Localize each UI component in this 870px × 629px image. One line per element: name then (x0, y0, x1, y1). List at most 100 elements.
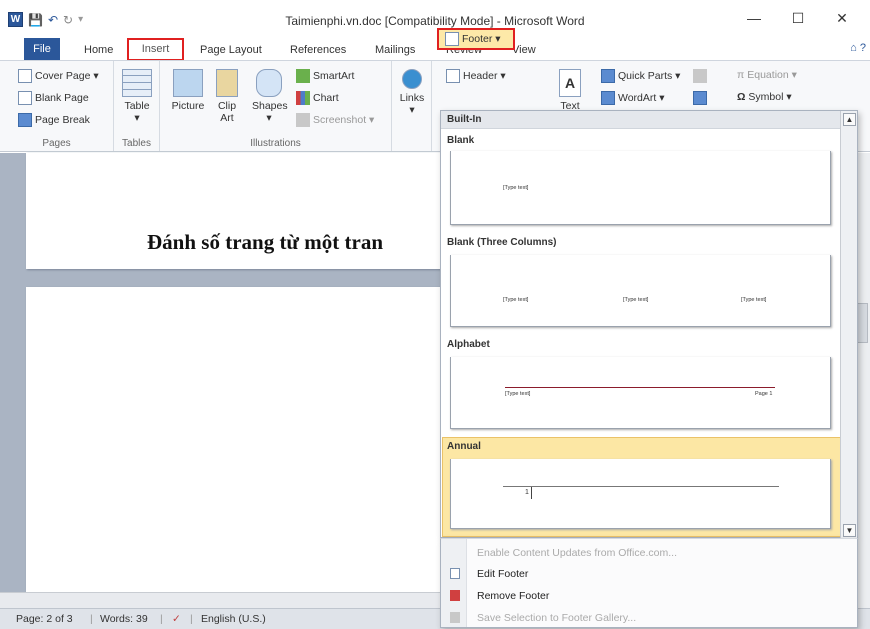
tab-home[interactable]: Home (84, 40, 113, 60)
picture-icon (173, 69, 203, 97)
language[interactable]: English (U.S.) (201, 613, 266, 625)
smartart-button[interactable]: SmartArt (296, 69, 354, 83)
smartart-label: SmartArt (313, 70, 355, 82)
blank-page-label: Blank Page (35, 92, 89, 104)
cover-page-button[interactable]: Cover Page ▾ (18, 69, 99, 83)
group-links: Links ▾ (392, 61, 432, 151)
close-button[interactable]: ✕ (820, 10, 864, 27)
minimize-button[interactable]: — (732, 10, 776, 27)
title-bar: W 💾 ↶ ↻ ▾ Taimienphi.vn.doc [Compatibili… (0, 0, 870, 38)
footer-preview-three-columns[interactable]: [Type text] [Type text] [Type text] (450, 255, 831, 327)
quick-parts-label: Quick Parts ▾ (618, 70, 681, 82)
footer-preview-annual[interactable]: 1 (450, 459, 831, 529)
annual-rule (503, 486, 779, 487)
page-break-label: Page Break (35, 114, 90, 126)
clip-art-button[interactable]: Clip Art (214, 69, 240, 124)
links-label: Links (399, 92, 425, 104)
quick-parts-button[interactable]: Quick Parts ▾ (601, 69, 680, 83)
menu-item-save-selection[interactable]: Save Selection to Footer Gallery... (477, 612, 636, 624)
gallery-item-title: Blank (Three Columns) (447, 237, 557, 248)
ribbon-tabs: File Home Insert Page Layout References … (0, 38, 870, 61)
group-label-tables: Tables (122, 138, 151, 149)
quick-parts-icon (601, 69, 615, 83)
proofing-icon[interactable]: ✓ (172, 613, 181, 625)
clip-art-icon (216, 69, 238, 97)
tab-references[interactable]: References (290, 40, 346, 60)
footer-preview-alphabet[interactable]: [Type text] Page 1 (450, 357, 831, 429)
cover-page-icon (18, 69, 32, 83)
gallery-item-title: Blank (447, 135, 475, 146)
text-box-button[interactable]: A Text (557, 69, 583, 112)
tab-file[interactable]: File (24, 38, 60, 60)
preview-caption: [Type text] (503, 185, 529, 191)
document-heading[interactable]: Đánh số trang từ một tran (147, 230, 383, 255)
save-selection-icon (450, 612, 460, 623)
scroll-up-icon[interactable]: ▲ (843, 113, 856, 126)
wordart-label: WordArt ▾ (618, 92, 665, 104)
menu-item-enable-updates[interactable]: Enable Content Updates from Office.com..… (477, 547, 677, 559)
word-count[interactable]: Words: 39 (100, 613, 148, 625)
pi-icon: π (737, 69, 745, 81)
wordart-icon (601, 91, 615, 105)
shapes-label: Shapes (252, 100, 288, 112)
footer-preview-blank[interactable]: [Type text] (450, 151, 831, 225)
edit-footer-icon (450, 568, 460, 579)
scroll-down-icon[interactable]: ▼ (843, 524, 856, 537)
horizontal-scrollbar[interactable] (0, 592, 440, 608)
preview-caption: [Type text] (741, 297, 767, 303)
screenshot-button[interactable]: Screenshot ▾ (296, 113, 374, 127)
group-tables: Table ▾ Tables (114, 61, 160, 151)
date-time-button[interactable] (693, 91, 707, 105)
shapes-button[interactable]: Shapes ▾ (252, 69, 288, 124)
gallery-section-header: Built-In (441, 111, 857, 129)
equation-button[interactable]: π Equation ▾ (737, 69, 797, 81)
header-button[interactable]: Header ▾ (446, 69, 506, 83)
clip-art-label-2: Art (220, 112, 234, 124)
omega-icon: Ω (737, 91, 746, 103)
globe-icon (402, 69, 422, 89)
signature-line-button[interactable] (693, 69, 707, 83)
page-count[interactable]: Page: 2 of 3 (16, 613, 73, 625)
help-icon[interactable]: ⌂ ? (850, 42, 866, 54)
chart-label: Chart (313, 92, 339, 104)
symbol-button[interactable]: Ω Symbol ▾ (737, 91, 792, 103)
maximize-button[interactable]: ☐ (776, 10, 820, 27)
tab-mailings[interactable]: Mailings (375, 40, 415, 60)
footer-label: Footer ▾ (462, 33, 501, 45)
blank-page-button[interactable]: Blank Page (18, 91, 89, 105)
page-break-button[interactable]: Page Break (18, 113, 90, 127)
picture-button[interactable]: Picture (170, 69, 206, 112)
date-time-icon (693, 91, 707, 105)
footer-button[interactable]: Footer ▾ (437, 28, 515, 50)
group-label-pages: Pages (42, 138, 71, 149)
links-button[interactable]: Links ▾ (398, 69, 426, 116)
menu-item-remove-footer[interactable]: Remove Footer (477, 590, 549, 602)
chart-button[interactable]: Chart (296, 91, 339, 105)
shapes-icon (256, 69, 282, 97)
table-label: Table (124, 100, 150, 112)
header-icon (446, 69, 460, 83)
tab-page-layout[interactable]: Page Layout (200, 40, 262, 60)
menu-item-edit-footer[interactable]: Edit Footer (477, 568, 528, 580)
gallery-scrollbar[interactable]: ▲ ▼ (840, 111, 857, 539)
alphabet-rule (505, 387, 775, 388)
blank-page-icon (18, 91, 32, 105)
picture-label: Picture (171, 100, 205, 112)
preview-caption: [Type text] (505, 391, 531, 397)
status-divider: | (90, 613, 93, 625)
group-pages: Cover Page ▾ Blank Page Page Break Pages (0, 61, 114, 151)
equation-label: Equation ▾ (747, 69, 797, 81)
signature-line-icon (693, 69, 707, 83)
status-divider: | (190, 613, 193, 625)
wordart-button[interactable]: WordArt ▾ (601, 91, 665, 105)
table-button[interactable]: Table ▾ (122, 69, 152, 124)
gallery-item-title: Annual (447, 441, 481, 452)
smartart-icon (296, 69, 310, 83)
footer-gallery: Built-In Blank [Type text] Blank (Three … (440, 110, 858, 539)
preview-caption: Page 1 (755, 391, 773, 397)
cover-page-label: Cover Page ▾ (35, 70, 99, 82)
tab-view[interactable]: View (512, 40, 536, 60)
preview-caption: [Type text] (503, 297, 529, 303)
tab-insert[interactable]: Insert (127, 38, 184, 61)
shapes-arrow: ▾ (266, 112, 272, 124)
